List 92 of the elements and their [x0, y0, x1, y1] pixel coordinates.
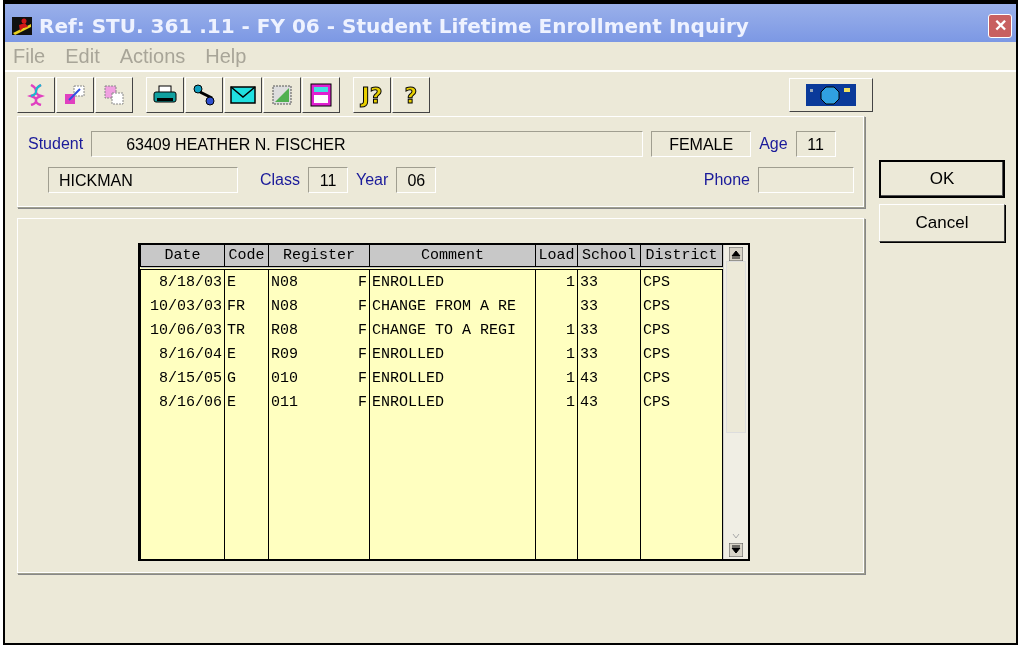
table-cell: CPS	[643, 297, 670, 315]
table-cell: 8/16/04	[159, 345, 222, 363]
table-cell: CPS	[643, 345, 670, 363]
table-cell: 43	[580, 369, 598, 387]
table-cell: 1	[566, 369, 575, 387]
camera-button[interactable]	[789, 78, 873, 112]
table-cell: E	[227, 273, 236, 291]
table-cell: CPS	[643, 393, 670, 411]
table-cell: 33	[580, 345, 598, 363]
table-cell: 10/03/03	[150, 297, 222, 315]
table-cell: 8/15/05	[159, 369, 222, 387]
table-cell: 33	[580, 321, 598, 339]
column-header[interactable]: Date	[140, 245, 225, 268]
table-cell: ENROLLED	[372, 345, 444, 363]
runner-icon	[11, 16, 33, 36]
window-title: Ref: STU. 361 .11 - FY 06 - Student Lifetime Enrollment Inquiry	[39, 14, 750, 38]
dna-icon	[27, 84, 45, 106]
register-code: R08	[271, 321, 298, 339]
table-cell: 10/06/03	[150, 321, 222, 339]
table-cell: ENROLLED	[372, 273, 444, 291]
year-field: 06	[396, 167, 437, 193]
table-cell: CPS	[643, 321, 670, 339]
register-status-text: F	[358, 369, 367, 387]
column-header[interactable]: Comment	[369, 245, 536, 268]
calculator-button[interactable]	[302, 77, 340, 113]
column-header[interactable]: Register	[268, 245, 370, 268]
ok-button[interactable]: OK	[879, 160, 1005, 198]
scroll-thumb[interactable]	[726, 261, 746, 433]
column-header[interactable]: Load	[535, 245, 578, 268]
register-status-text: F	[358, 345, 367, 363]
camera-icon	[806, 84, 856, 106]
register-status-text: F	[358, 297, 367, 315]
envelope-button[interactable]	[224, 77, 262, 113]
scrollbar[interactable]	[723, 245, 748, 559]
tools-icon	[192, 84, 216, 106]
printer-button[interactable]	[146, 77, 184, 113]
scroll-bottom-icon	[729, 543, 743, 557]
column-header[interactable]: District	[640, 245, 723, 268]
register-code: 011	[271, 393, 298, 411]
gender-field: FEMALE	[651, 131, 752, 157]
table-cell: 1	[566, 273, 575, 291]
field-label: Age	[759, 135, 788, 153]
table-cell: 43	[580, 393, 598, 411]
table-cell: CPS	[643, 273, 670, 291]
notepad-icon	[271, 84, 293, 106]
class-field: 11	[308, 167, 348, 193]
register-code: N08	[271, 297, 298, 315]
field-label: Year	[356, 171, 389, 189]
table-cell: ENROLLED	[372, 393, 444, 411]
table-cell: FR	[227, 297, 245, 315]
table-cell: 1	[566, 345, 575, 363]
table-cell: E	[227, 345, 236, 363]
scroll-top-icon	[729, 247, 743, 261]
resize-icon	[64, 84, 86, 106]
calculator-icon	[310, 83, 332, 107]
school-field: HICKMAN	[48, 167, 238, 193]
table-cell: 8/18/03	[159, 273, 222, 291]
column-header[interactable]: Code	[224, 245, 269, 268]
table-cell: 1	[566, 393, 575, 411]
envelope-icon	[230, 85, 256, 105]
dna-button[interactable]	[17, 77, 55, 113]
table-cell: 8/16/06	[159, 393, 222, 411]
table-cell: 1	[566, 321, 575, 339]
table-cell: TR	[227, 321, 245, 339]
table-cell: 33	[580, 273, 598, 291]
printer-icon	[153, 84, 177, 106]
register-status-text: F	[358, 273, 367, 291]
table-cell: CPS	[643, 369, 670, 387]
tools-button[interactable]	[185, 77, 223, 113]
field-label: Class	[260, 171, 300, 189]
field-label: Student	[28, 135, 84, 153]
table-cell: E	[227, 393, 236, 411]
age-field: 11	[795, 131, 836, 157]
register-code: N08	[271, 273, 298, 291]
register-status-text: F	[358, 393, 367, 411]
register-status-text: F	[358, 321, 367, 339]
copy-icon	[103, 84, 125, 106]
resize-button[interactable]	[56, 77, 94, 113]
column-header[interactable]: School	[577, 245, 641, 268]
field-label: Phone	[703, 171, 750, 189]
table-cell: ENROLLED	[372, 369, 444, 387]
cancel-button[interactable]: Cancel	[879, 204, 1005, 242]
table-cell: G	[227, 369, 236, 387]
close-button[interactable]: ✕	[988, 14, 1012, 38]
table-cell: CHANGE FROM A RE	[372, 297, 517, 315]
table-cell: CHANGE TO A REGI	[372, 321, 517, 339]
copy-button[interactable]	[95, 77, 133, 113]
table-cell: 33	[580, 297, 598, 315]
student-field: 63409 HEATHER N. FISCHER	[91, 131, 644, 157]
note-button[interactable]	[263, 77, 301, 113]
register-code: 010	[271, 369, 298, 387]
register-code: R09	[271, 345, 298, 363]
